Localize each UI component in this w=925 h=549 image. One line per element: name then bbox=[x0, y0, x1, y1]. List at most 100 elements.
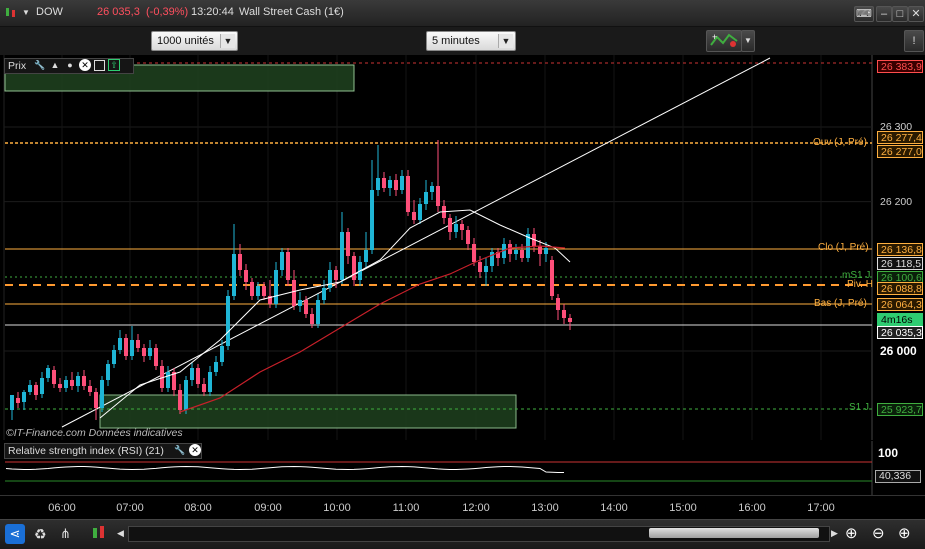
candle bbox=[40, 378, 44, 394]
person-icon[interactable]: ● bbox=[64, 59, 76, 71]
wrench-icon[interactable]: 🔧 bbox=[174, 444, 186, 456]
indicators-menu-button[interactable]: ▼ bbox=[741, 30, 755, 52]
candle bbox=[298, 300, 302, 306]
candlestick-icon[interactable] bbox=[4, 5, 18, 22]
candle bbox=[550, 260, 554, 296]
instrument-name: Wall Street Cash (1€) bbox=[239, 6, 344, 18]
rsi-panel-header: Relative strength index (RSI) (21) 🔧 ✕ bbox=[4, 443, 202, 459]
price-level-label: 25 923,7 bbox=[877, 403, 923, 416]
price-level-label: 26 118,5 bbox=[877, 257, 923, 270]
candle bbox=[88, 386, 92, 392]
scroll-right-button[interactable]: ▶ bbox=[831, 528, 838, 539]
quantity-select[interactable]: 1000 unités ▼ bbox=[151, 31, 238, 51]
candle bbox=[118, 338, 122, 350]
time-tick-label: 14:00 bbox=[600, 502, 628, 514]
chevron-down-icon[interactable]: ▼ bbox=[498, 34, 513, 48]
candle bbox=[22, 392, 26, 402]
close-icon[interactable]: ✕ bbox=[189, 444, 201, 457]
share-icon[interactable]: ⋖ bbox=[5, 524, 25, 544]
level-text: Piv. H bbox=[847, 279, 873, 290]
price-level-label: 26 035,3 bbox=[877, 326, 923, 339]
interval-value: 5 minutes bbox=[432, 35, 480, 47]
candle bbox=[370, 190, 374, 250]
price-level-label: 26 277,4 bbox=[877, 131, 923, 144]
candle bbox=[448, 218, 452, 232]
symbol-label: DOW bbox=[36, 6, 63, 18]
candle bbox=[64, 380, 68, 388]
candle bbox=[124, 338, 128, 356]
candle bbox=[10, 395, 14, 410]
candle bbox=[304, 300, 308, 314]
candle bbox=[406, 176, 410, 212]
candle bbox=[184, 380, 188, 410]
candle bbox=[334, 270, 338, 280]
candle bbox=[238, 254, 242, 270]
candle bbox=[346, 232, 350, 256]
recycle-icon[interactable]: ♻ bbox=[34, 526, 47, 543]
keyboard-icon[interactable]: ⌨ bbox=[854, 6, 874, 22]
candle bbox=[376, 178, 380, 190]
candle bbox=[340, 232, 344, 280]
interval-select[interactable]: 5 minutes ▼ bbox=[426, 31, 516, 51]
time-tick-label: 06:00 bbox=[48, 502, 76, 514]
close-button[interactable]: ✕ bbox=[908, 6, 924, 22]
price-tick-label: 26 200 bbox=[880, 196, 913, 208]
zoom-out-icon[interactable]: ⊖ bbox=[872, 524, 885, 542]
time-tick-label: 08:00 bbox=[184, 502, 212, 514]
wrench-icon[interactable]: 🔧 bbox=[34, 59, 46, 71]
candle bbox=[394, 180, 398, 190]
candle bbox=[430, 186, 434, 192]
candle bbox=[34, 385, 38, 395]
price-level-label: 26 136,8 bbox=[877, 243, 923, 256]
price-level-label: 4m16s bbox=[877, 313, 923, 326]
chart-icon[interactable]: ⇧ bbox=[108, 59, 120, 72]
candle bbox=[208, 372, 212, 392]
candle bbox=[418, 204, 422, 220]
candle bbox=[280, 252, 284, 270]
candle bbox=[136, 340, 140, 348]
candle bbox=[364, 250, 368, 262]
level-text: Bas (J, Pré) bbox=[814, 298, 867, 309]
candles-icon[interactable] bbox=[90, 524, 108, 545]
zone-rect bbox=[99, 394, 517, 429]
candle bbox=[484, 266, 488, 272]
price-change: (-0,39%) bbox=[146, 6, 189, 18]
candle bbox=[76, 376, 80, 386]
chevron-down-icon[interactable]: ▼ bbox=[22, 8, 30, 17]
chevron-down-icon[interactable]: ▼ bbox=[220, 34, 235, 48]
exclamation-icon[interactable]: ! bbox=[904, 30, 924, 52]
candle bbox=[274, 270, 278, 304]
candle bbox=[466, 230, 470, 244]
square-icon[interactable] bbox=[94, 59, 105, 71]
level-text: Ouv (J, Pré) bbox=[813, 137, 867, 148]
candle bbox=[112, 350, 116, 364]
scrollbar-thumb[interactable] bbox=[649, 528, 819, 538]
price-chart[interactable] bbox=[0, 55, 925, 440]
watermark: ©IT-Finance.com Données indicatives bbox=[6, 427, 183, 439]
indicators-icon: + bbox=[710, 32, 738, 47]
maximize-button[interactable]: □ bbox=[892, 6, 908, 22]
candle bbox=[28, 385, 32, 392]
price-level-label: 26 383,9 bbox=[877, 60, 923, 73]
candle bbox=[130, 340, 134, 356]
horizontal-scrollbar[interactable] bbox=[128, 526, 830, 542]
candle bbox=[388, 180, 392, 188]
candle bbox=[382, 178, 386, 188]
candle bbox=[400, 176, 404, 190]
candle bbox=[262, 286, 266, 296]
candle bbox=[472, 244, 476, 262]
candle bbox=[232, 254, 236, 296]
time-tick-label: 12:00 bbox=[462, 502, 490, 514]
close-icon[interactable]: ✕ bbox=[79, 59, 91, 72]
zoom-fit-icon[interactable]: ⊕ bbox=[845, 524, 858, 542]
chart-type-icon[interactable]: ⋔ bbox=[60, 526, 71, 542]
indicators-button[interactable]: + bbox=[706, 30, 742, 52]
up-arrow-icon[interactable]: ▲ bbox=[49, 59, 61, 71]
candle bbox=[148, 348, 152, 356]
candle bbox=[106, 364, 110, 380]
candle bbox=[70, 380, 74, 386]
scroll-left-button[interactable]: ◀ bbox=[117, 528, 124, 539]
minimize-button[interactable]: – bbox=[876, 6, 892, 22]
candle bbox=[538, 246, 542, 254]
zoom-in-icon[interactable]: ⊕ bbox=[898, 524, 911, 542]
